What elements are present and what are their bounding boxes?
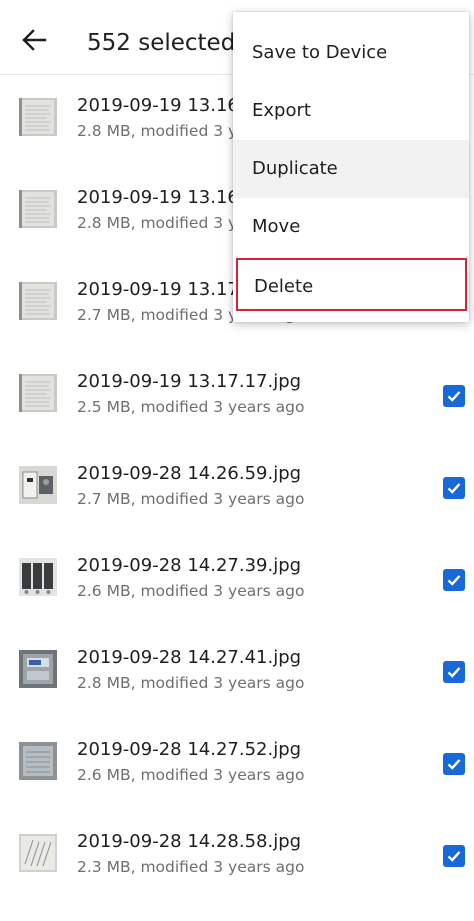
file-thumbnail [19,190,57,228]
file-meta: 2.3 MB, modified 3 years ago [77,858,305,876]
selection-checkbox[interactable] [443,385,465,407]
checkmark-icon [447,851,461,862]
file-thumbnail [19,834,57,872]
menu-item-label: Export [252,100,311,121]
checkmark-icon [447,483,461,494]
file-thumbnail [19,742,57,780]
file-row[interactable]: 2019-09-28 14.27.41.jpg 2.8 MB, modified… [0,626,474,718]
file-row[interactable]: 2019-09-28 14.27.52.jpg 2.6 MB, modified… [0,718,474,810]
photo-thumbnail-image [19,282,57,320]
menu-item-save-to-device[interactable]: Save to Device [233,24,469,82]
file-meta: 2.8 MB, modified 3 years ago [77,674,305,692]
file-meta: 2.6 MB, modified 3 years ago [77,582,305,600]
menu-item-label: Move [252,216,301,237]
app-screen: 552 selected 2019-09-19 13.16.57.jpg 2.8… [0,0,474,921]
checkmark-icon [447,759,461,770]
checkmark-icon [447,667,461,678]
file-name: 2019-09-19 13.17.17.jpg [77,371,302,392]
menu-item-label: Delete [254,276,314,297]
selection-checkbox[interactable] [443,569,465,591]
file-name: 2019-09-28 14.27.41.jpg [77,647,302,668]
menu-item-label: Save to Device [252,42,388,63]
selection-checkbox[interactable] [443,753,465,775]
photo-thumbnail-image [19,742,57,780]
file-meta: 2.7 MB, modified 3 years ago [77,490,305,508]
menu-item-delete[interactable]: Delete [236,258,467,311]
file-thumbnail [19,282,57,320]
file-thumbnail [19,374,57,412]
photo-thumbnail-image [19,466,57,504]
selection-checkbox[interactable] [443,477,465,499]
overflow-menu: Save to Device Export Duplicate Move Del… [233,12,469,322]
file-row[interactable]: 2019-09-19 13.17.17.jpg 2.5 MB, modified… [0,350,474,442]
menu-item-duplicate[interactable]: Duplicate [233,140,469,198]
file-meta: 2.6 MB, modified 3 years ago [77,766,305,784]
photo-thumbnail-image [19,190,57,228]
photo-thumbnail-image [19,374,57,412]
menu-item-move[interactable]: Move [233,198,469,256]
file-name: 2019-09-28 14.27.39.jpg [77,555,302,576]
back-button[interactable] [14,22,54,58]
file-row[interactable]: 2019-09-28 14.26.59.jpg 2.7 MB, modified… [0,442,474,534]
arrow-left-icon [22,29,47,51]
file-meta: 2.5 MB, modified 3 years ago [77,398,305,416]
menu-item-export[interactable]: Export [233,82,469,140]
file-name: 2019-09-28 14.27.52.jpg [77,739,302,760]
checkmark-icon [447,575,461,586]
file-thumbnail [19,98,57,136]
file-row[interactable]: 2019-09-28 14.28.58.jpg 2.3 MB, modified… [0,810,474,902]
file-row[interactable]: 2019-09-28 14.27.39.jpg 2.6 MB, modified… [0,534,474,626]
file-thumbnail [19,466,57,504]
photo-thumbnail-image [19,834,57,872]
photo-thumbnail-image [19,98,57,136]
menu-item-label: Duplicate [252,158,338,179]
photo-thumbnail-image [19,650,57,688]
selection-checkbox[interactable] [443,845,465,867]
file-name: 2019-09-28 14.28.58.jpg [77,831,302,852]
file-name: 2019-09-28 14.26.59.jpg [77,463,302,484]
selection-checkbox[interactable] [443,661,465,683]
checkmark-icon [447,391,461,402]
file-thumbnail [19,558,57,596]
photo-thumbnail-image [19,558,57,596]
file-thumbnail [19,650,57,688]
selection-count-title: 552 selected [87,30,236,56]
